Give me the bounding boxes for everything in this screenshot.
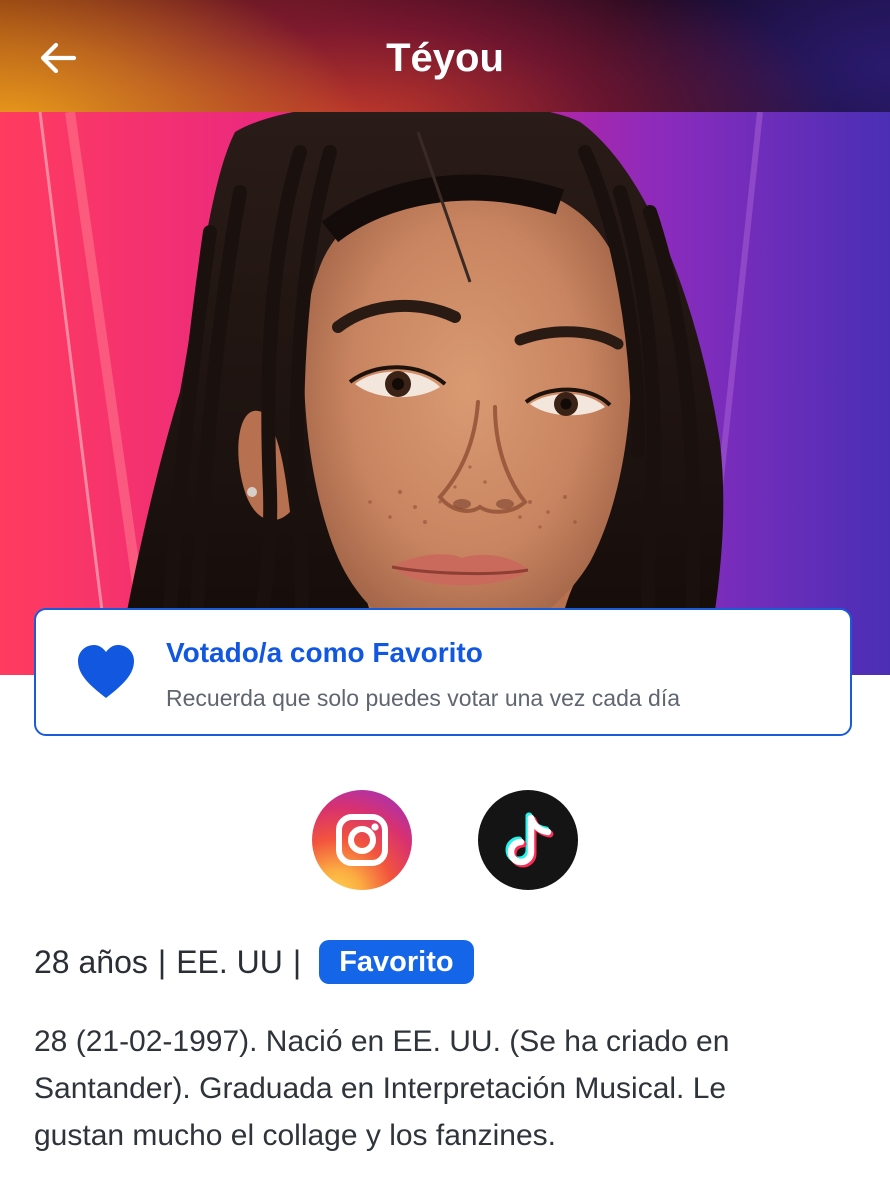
country-text: EE. UU — [176, 943, 283, 980]
vote-status-subtitle: Recuerda que solo puedes votar una vez c… — [166, 685, 681, 711]
separator: | — [292, 943, 302, 980]
contestant-info-line: 28 años | EE. UU | Favorito — [34, 938, 474, 986]
contestant-photo — [0, 112, 890, 675]
top-app-bar: Téyou — [0, 0, 890, 112]
age-text: 28 años — [34, 943, 148, 980]
contestant-bio: 28 (21-02-1997). Nació en EE. UU. (Se ha… — [34, 1025, 730, 1152]
heart-icon — [78, 645, 134, 698]
separator: | — [157, 943, 167, 980]
vote-status-title: Votado/a como Favorito — [166, 637, 483, 668]
tiktok-icon — [478, 790, 578, 890]
favorite-badge: Favorito — [319, 940, 474, 984]
page-title: Téyou — [386, 36, 504, 80]
tiktok-link[interactable] — [478, 790, 578, 890]
instagram-link[interactable] — [312, 790, 412, 890]
favorite-vote-card: Votado/a como Favorito Recuerda que solo… — [34, 608, 852, 736]
instagram-icon — [312, 790, 412, 890]
contestant-profile-screen: Téyou Votado/a como Favorito Recuerda qu… — [0, 0, 890, 1200]
